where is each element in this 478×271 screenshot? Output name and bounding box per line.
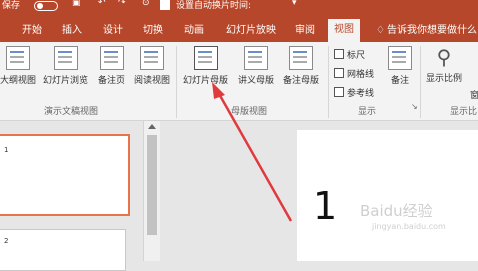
tab-slideshow[interactable]: 幻灯片放映 [226, 20, 276, 42]
notes-master-button[interactable]: 备注母版 [283, 46, 319, 86]
handout-master-icon [244, 46, 268, 70]
scroll-up-arrow-icon[interactable] [148, 124, 156, 129]
annotation-number: 1 [313, 184, 338, 228]
ruler-checkbox[interactable]: 标尺 [334, 48, 365, 61]
watermark-url: jingyan.baidu.com [372, 222, 446, 231]
slide-thumbnail-1[interactable] [0, 134, 130, 216]
group-separator [328, 46, 329, 118]
slide-sorter-button[interactable]: 幻灯片浏览 [43, 46, 88, 86]
window-group-partial: 窗 [470, 91, 478, 101]
autosave-toggle[interactable] [34, 1, 58, 11]
ribbon-view: 大纲视图 幻灯片浏览 备注页 阅读视图 演示文稿视图 幻灯片母版 讲义母版 备注… [0, 42, 478, 121]
tab-animations[interactable]: 动画 [184, 20, 204, 42]
tab-transitions[interactable]: 切换 [143, 20, 163, 42]
save-icon[interactable]: ▣ [72, 0, 81, 8]
slide-number-2: 2 [4, 237, 9, 245]
magnifier-icon: ⚲ [436, 45, 452, 69]
lightbulb-icon: ♢ [376, 25, 385, 36]
slide-timing-label: 设置自动换片时间: [176, 1, 252, 11]
gridlines-checkbox[interactable]: 网格线 [334, 67, 374, 80]
tab-home[interactable]: 开始 [22, 20, 42, 42]
slide-master-button[interactable]: 幻灯片母版 [183, 46, 228, 86]
watermark-brand: Baidu经验 [360, 202, 433, 220]
notes-icon [388, 46, 412, 70]
handout-master-button[interactable]: 讲义母版 [238, 46, 274, 86]
slide-sorter-icon [53, 46, 78, 70]
group-label-zoom: 显示比 [450, 107, 478, 117]
group-separator [420, 46, 421, 118]
tab-design[interactable]: 设计 [103, 20, 123, 42]
ribbon-tabs: 开始 插入 设计 切换 动画 幻灯片放映 审阅 视图 ♢ 告诉我你想要做什么 [0, 12, 478, 42]
outline-view-button[interactable]: 大纲视图 [0, 46, 36, 86]
slide-number-1: 1 [4, 146, 9, 154]
autosave-label: 保存 [2, 1, 21, 11]
slide-thumbnail-2[interactable] [0, 229, 126, 271]
slide-master-icon [193, 46, 218, 70]
group-label-master-views: 母版视图 [231, 107, 268, 117]
tell-me-search[interactable]: 告诉我你想要做什么 [387, 20, 477, 42]
notes-page-icon [99, 46, 124, 70]
tab-view[interactable]: 视图 [328, 19, 360, 42]
outline-view-icon [6, 46, 30, 70]
group-label-show: 显示 [358, 107, 377, 117]
present-icon[interactable]: ⊙ [142, 0, 150, 8]
zoom-button[interactable]: ⚲ 显示比例 [426, 46, 462, 84]
reading-view-icon [140, 46, 164, 70]
guides-checkbox[interactable]: 参考线 [334, 86, 374, 99]
tab-insert[interactable]: 插入 [62, 20, 82, 42]
title-bar: 保存 ▣ ↶ ↷ ⊙ 设置自动换片时间: ▾ [0, 0, 478, 12]
reading-view-button[interactable]: 阅读视图 [134, 46, 170, 86]
thumbnail-scrollbar[interactable] [143, 121, 161, 261]
group-separator [176, 46, 177, 118]
notes-page-button[interactable]: 备注页 [98, 46, 125, 86]
redo-icon[interactable]: ↷ [118, 0, 126, 8]
notes-button[interactable]: 备注 [388, 46, 412, 86]
notes-master-icon [289, 46, 313, 70]
scrollbar-thumb[interactable] [147, 135, 157, 235]
timing-checkbox[interactable] [160, 0, 170, 10]
group-label-presentation-views: 演示文稿视图 [44, 107, 99, 117]
tab-review[interactable]: 审阅 [295, 20, 315, 42]
undo-icon[interactable]: ↶ [98, 0, 106, 8]
show-dialog-launcher-icon[interactable]: ↘ [411, 102, 418, 111]
qat-dropdown-icon[interactable]: ▾ [292, 0, 297, 8]
